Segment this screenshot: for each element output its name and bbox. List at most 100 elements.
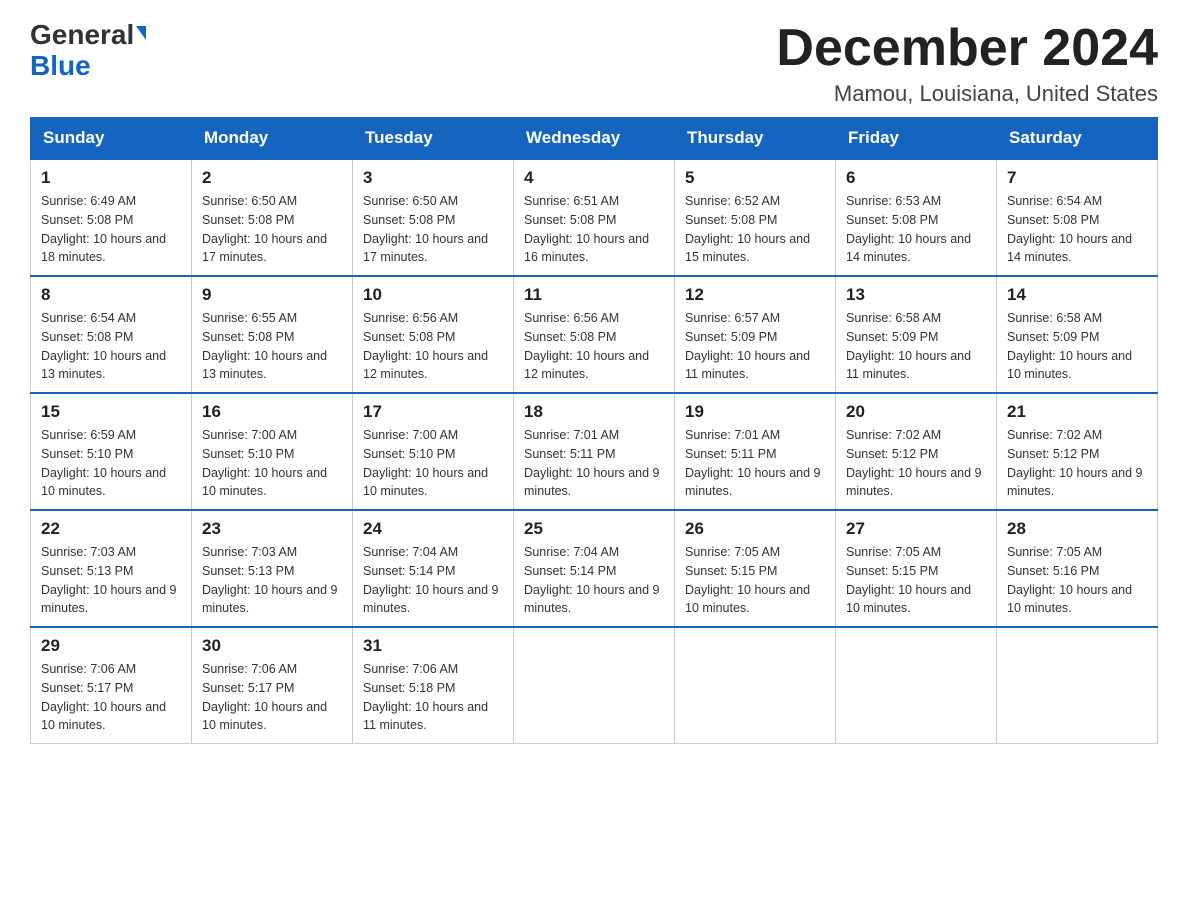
calendar-day-cell: 13Sunrise: 6:58 AMSunset: 5:09 PMDayligh… bbox=[836, 276, 997, 393]
day-info: Sunrise: 7:01 AMSunset: 5:11 PMDaylight:… bbox=[685, 426, 825, 501]
day-info: Sunrise: 7:01 AMSunset: 5:11 PMDaylight:… bbox=[524, 426, 664, 501]
day-number: 7 bbox=[1007, 168, 1147, 188]
calendar-day-cell bbox=[514, 627, 675, 744]
day-info: Sunrise: 7:02 AMSunset: 5:12 PMDaylight:… bbox=[846, 426, 986, 501]
calendar-day-cell: 26 Sunrise: 7:05 AMSunset: 5:15 PMDayligh… bbox=[675, 510, 836, 627]
day-number: 25 bbox=[524, 519, 664, 539]
day-header-tuesday: Tuesday bbox=[353, 118, 514, 160]
day-number: 9 bbox=[202, 285, 342, 305]
day-number: 3 bbox=[363, 168, 503, 188]
day-info: Sunrise: 6:56 AMSunset: 5:08 PMDaylight:… bbox=[363, 309, 503, 384]
day-info: Sunrise: 6:52 AMSunset: 5:08 PMDaylight:… bbox=[685, 192, 825, 267]
day-info: Sunrise: 6:49 AMSunset: 5:08 PMDaylight:… bbox=[41, 192, 181, 267]
day-number: 1 bbox=[41, 168, 181, 188]
day-info: Sunrise: 6:59 AMSunset: 5:10 PMDaylight:… bbox=[41, 426, 181, 501]
logo: General Blue bbox=[30, 20, 146, 82]
day-number: 16 bbox=[202, 402, 342, 422]
day-number: 5 bbox=[685, 168, 825, 188]
calendar-day-cell: 31 Sunrise: 7:06 AMSunset: 5:18 PMDayligh… bbox=[353, 627, 514, 744]
calendar-header-row: SundayMondayTuesdayWednesdayThursdayFrid… bbox=[31, 118, 1158, 160]
calendar-table: SundayMondayTuesdayWednesdayThursdayFrid… bbox=[30, 117, 1158, 744]
day-info: Sunrise: 7:04 AMSunset: 5:14 PMDaylight:… bbox=[363, 543, 503, 618]
calendar-day-cell bbox=[675, 627, 836, 744]
day-number: 18 bbox=[524, 402, 664, 422]
day-number: 4 bbox=[524, 168, 664, 188]
day-header-saturday: Saturday bbox=[997, 118, 1158, 160]
day-number: 31 bbox=[363, 636, 503, 656]
day-number: 30 bbox=[202, 636, 342, 656]
calendar-week-row: 8 Sunrise: 6:54 AMSunset: 5:08 PMDaylight… bbox=[31, 276, 1158, 393]
day-header-friday: Friday bbox=[836, 118, 997, 160]
calendar-day-cell: 30Sunrise: 7:06 AMSunset: 5:17 PMDayligh… bbox=[192, 627, 353, 744]
day-number: 26 bbox=[685, 519, 825, 539]
day-info: Sunrise: 6:54 AMSunset: 5:08 PMDaylight:… bbox=[41, 309, 181, 384]
calendar-day-cell: 6 Sunrise: 6:53 AMSunset: 5:08 PMDaylight… bbox=[836, 159, 997, 276]
calendar-day-cell: 4 Sunrise: 6:51 AMSunset: 5:08 PMDaylight… bbox=[514, 159, 675, 276]
logo-general-text: General bbox=[30, 20, 134, 51]
day-number: 6 bbox=[846, 168, 986, 188]
day-number: 13 bbox=[846, 285, 986, 305]
day-number: 2 bbox=[202, 168, 342, 188]
day-number: 8 bbox=[41, 285, 181, 305]
day-number: 22 bbox=[41, 519, 181, 539]
calendar-day-cell: 3Sunrise: 6:50 AMSunset: 5:08 PMDaylight… bbox=[353, 159, 514, 276]
day-info: Sunrise: 6:58 AMSunset: 5:09 PMDaylight:… bbox=[1007, 309, 1147, 384]
day-info: Sunrise: 7:03 AMSunset: 5:13 PMDaylight:… bbox=[41, 543, 181, 618]
day-number: 23 bbox=[202, 519, 342, 539]
calendar-day-cell: 10Sunrise: 6:56 AMSunset: 5:08 PMDayligh… bbox=[353, 276, 514, 393]
day-info: Sunrise: 6:53 AMSunset: 5:08 PMDaylight:… bbox=[846, 192, 986, 267]
day-info: Sunrise: 7:02 AMSunset: 5:12 PMDaylight:… bbox=[1007, 426, 1147, 501]
calendar-day-cell: 12Sunrise: 6:57 AMSunset: 5:09 PMDayligh… bbox=[675, 276, 836, 393]
calendar-day-cell: 1 Sunrise: 6:49 AMSunset: 5:08 PMDaylight… bbox=[31, 159, 192, 276]
day-info: Sunrise: 6:56 AMSunset: 5:08 PMDaylight:… bbox=[524, 309, 664, 384]
day-header-wednesday: Wednesday bbox=[514, 118, 675, 160]
day-info: Sunrise: 6:54 AMSunset: 5:08 PMDaylight:… bbox=[1007, 192, 1147, 267]
day-info: Sunrise: 7:00 AMSunset: 5:10 PMDaylight:… bbox=[363, 426, 503, 501]
day-number: 14 bbox=[1007, 285, 1147, 305]
day-info: Sunrise: 7:05 AMSunset: 5:15 PMDaylight:… bbox=[846, 543, 986, 618]
calendar-day-cell: 15 Sunrise: 6:59 AMSunset: 5:10 PMDayligh… bbox=[31, 393, 192, 510]
day-number: 24 bbox=[363, 519, 503, 539]
day-info: Sunrise: 7:05 AMSunset: 5:15 PMDaylight:… bbox=[685, 543, 825, 618]
day-info: Sunrise: 7:06 AMSunset: 5:17 PMDaylight:… bbox=[41, 660, 181, 735]
page-header: General Blue December 2024 Mamou, Louisi… bbox=[30, 20, 1158, 107]
calendar-day-cell: 27 Sunrise: 7:05 AMSunset: 5:15 PMDayligh… bbox=[836, 510, 997, 627]
calendar-day-cell: 7 Sunrise: 6:54 AMSunset: 5:08 PMDaylight… bbox=[997, 159, 1158, 276]
location-text: Mamou, Louisiana, United States bbox=[776, 81, 1158, 107]
day-number: 20 bbox=[846, 402, 986, 422]
day-number: 15 bbox=[41, 402, 181, 422]
calendar-day-cell: 14 Sunrise: 6:58 AMSunset: 5:09 PMDayligh… bbox=[997, 276, 1158, 393]
title-section: December 2024 Mamou, Louisiana, United S… bbox=[776, 20, 1158, 107]
day-info: Sunrise: 7:04 AMSunset: 5:14 PMDaylight:… bbox=[524, 543, 664, 618]
day-header-sunday: Sunday bbox=[31, 118, 192, 160]
calendar-week-row: 22 Sunrise: 7:03 AMSunset: 5:13 PMDayligh… bbox=[31, 510, 1158, 627]
calendar-day-cell: 22 Sunrise: 7:03 AMSunset: 5:13 PMDayligh… bbox=[31, 510, 192, 627]
day-info: Sunrise: 7:03 AMSunset: 5:13 PMDaylight:… bbox=[202, 543, 342, 618]
calendar-day-cell: 16Sunrise: 7:00 AMSunset: 5:10 PMDayligh… bbox=[192, 393, 353, 510]
logo-blue-text: Blue bbox=[30, 51, 91, 82]
calendar-day-cell: 20 Sunrise: 7:02 AMSunset: 5:12 PMDayligh… bbox=[836, 393, 997, 510]
day-number: 17 bbox=[363, 402, 503, 422]
calendar-week-row: 15 Sunrise: 6:59 AMSunset: 5:10 PMDayligh… bbox=[31, 393, 1158, 510]
calendar-day-cell: 9Sunrise: 6:55 AMSunset: 5:08 PMDaylight… bbox=[192, 276, 353, 393]
calendar-week-row: 29Sunrise: 7:06 AMSunset: 5:17 PMDayligh… bbox=[31, 627, 1158, 744]
day-header-monday: Monday bbox=[192, 118, 353, 160]
calendar-week-row: 1 Sunrise: 6:49 AMSunset: 5:08 PMDaylight… bbox=[31, 159, 1158, 276]
day-info: Sunrise: 6:51 AMSunset: 5:08 PMDaylight:… bbox=[524, 192, 664, 267]
day-info: Sunrise: 7:05 AMSunset: 5:16 PMDaylight:… bbox=[1007, 543, 1147, 618]
calendar-day-cell: 21 Sunrise: 7:02 AMSunset: 5:12 PMDayligh… bbox=[997, 393, 1158, 510]
day-number: 27 bbox=[846, 519, 986, 539]
calendar-day-cell: 29Sunrise: 7:06 AMSunset: 5:17 PMDayligh… bbox=[31, 627, 192, 744]
day-number: 21 bbox=[1007, 402, 1147, 422]
month-title: December 2024 bbox=[776, 20, 1158, 77]
calendar-day-cell: 23 Sunrise: 7:03 AMSunset: 5:13 PMDayligh… bbox=[192, 510, 353, 627]
day-info: Sunrise: 7:06 AMSunset: 5:18 PMDaylight:… bbox=[363, 660, 503, 735]
calendar-day-cell: 5 Sunrise: 6:52 AMSunset: 5:08 PMDaylight… bbox=[675, 159, 836, 276]
day-number: 28 bbox=[1007, 519, 1147, 539]
day-header-thursday: Thursday bbox=[675, 118, 836, 160]
calendar-day-cell: 11 Sunrise: 6:56 AMSunset: 5:08 PMDayligh… bbox=[514, 276, 675, 393]
calendar-day-cell: 8 Sunrise: 6:54 AMSunset: 5:08 PMDaylight… bbox=[31, 276, 192, 393]
calendar-day-cell: 19Sunrise: 7:01 AMSunset: 5:11 PMDayligh… bbox=[675, 393, 836, 510]
day-number: 11 bbox=[524, 285, 664, 305]
day-number: 12 bbox=[685, 285, 825, 305]
